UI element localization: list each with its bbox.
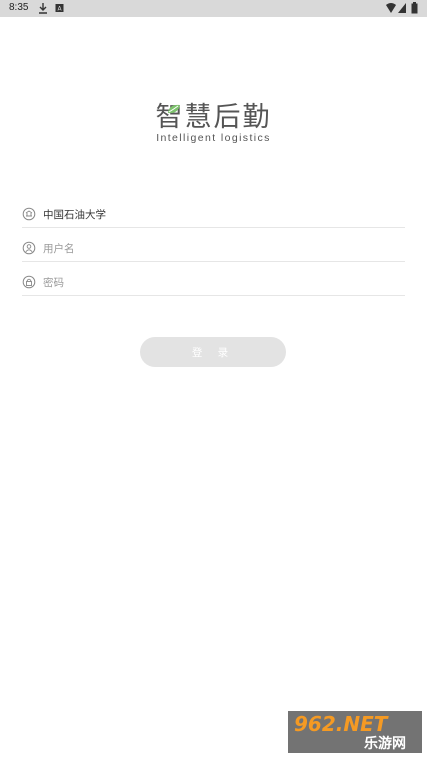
password-field[interactable]: 密码	[22, 269, 405, 296]
password-placeholder: 密码	[43, 277, 64, 289]
battery-icon	[411, 2, 418, 14]
username-field[interactable]: 用户名	[22, 235, 405, 262]
status-bar: 8:35 A	[0, 0, 427, 17]
username-placeholder: 用户名	[43, 243, 75, 255]
wifi-icon	[386, 3, 396, 13]
app-notification-icon: A	[55, 4, 64, 13]
login-button[interactable]: 登 录	[140, 337, 286, 367]
watermark-bottom: 乐游网	[364, 736, 406, 752]
site-watermark: 962.NET 乐游网	[288, 711, 422, 753]
signal-icon	[398, 3, 406, 13]
download-icon	[39, 3, 47, 14]
lock-icon	[22, 275, 36, 289]
school-field[interactable]: 中国石油大学	[22, 201, 405, 228]
logo-subtitle: Intelligent logistics	[156, 132, 271, 144]
status-time: 8:35	[9, 2, 29, 13]
school-value: 中国石油大学	[43, 209, 106, 221]
app-logo: 智慧后勤	[0, 95, 427, 134]
leaf-icon	[168, 104, 180, 114]
user-icon	[22, 241, 36, 255]
school-icon	[22, 207, 36, 221]
